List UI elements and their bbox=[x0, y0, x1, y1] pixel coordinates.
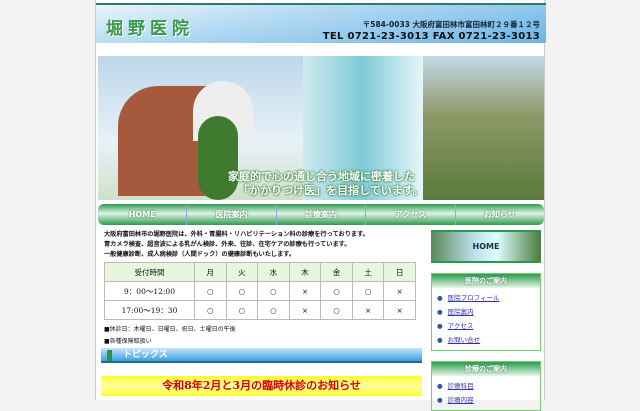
nav-news[interactable]: お知らせ bbox=[456, 204, 544, 225]
topics-title: トピックス bbox=[123, 350, 168, 360]
hours-table: 受付時間 月 火 水 木 金 土 日 9：00～12:00 ○ ○ ○ × ○ … bbox=[104, 262, 416, 320]
status-cell: × bbox=[288, 281, 322, 301]
time-cell: 9：00～12:00 bbox=[104, 281, 195, 301]
box-title: 診療のご案内 bbox=[432, 362, 540, 376]
table-header-row: 受付時間 月 火 水 木 金 土 日 bbox=[104, 262, 416, 282]
status-cell: × bbox=[383, 281, 416, 301]
nav-clinic[interactable]: 医院案内 bbox=[187, 204, 277, 225]
header: 堀野医院 〒584-0033 大阪府富田林市富田林町２９番１２号 TEL 072… bbox=[96, 3, 546, 43]
link-departments[interactable]: 診療科目 bbox=[437, 379, 535, 393]
status-cell: × bbox=[351, 300, 385, 320]
tree-image bbox=[198, 116, 238, 200]
garden-image bbox=[423, 56, 544, 200]
catchphrase-line2: 「かかりつけ医」を目指しています。 bbox=[238, 184, 424, 197]
clinic-info-box: 医院のご案内 医院プロフィール 医院案内 アクセス お問い合せ bbox=[431, 273, 541, 351]
status-cell: ○ bbox=[351, 281, 385, 301]
phone-fax: TEL 0721-23-3013 FAX 0721-23-3013 bbox=[322, 31, 540, 42]
time-cell: 17:00～19：30 bbox=[104, 300, 195, 320]
status-cell: × bbox=[383, 300, 416, 320]
notice-banner[interactable]: 令和8年2月と3月の臨時休診のお知らせ bbox=[101, 376, 422, 396]
column-header: 金 bbox=[320, 262, 353, 282]
status-cell: ○ bbox=[320, 281, 353, 301]
status-cell: ○ bbox=[194, 300, 227, 320]
sidebar-home-button[interactable]: HOME bbox=[431, 230, 541, 263]
link-services[interactable]: 診療内容 bbox=[437, 393, 535, 407]
status-cell: ○ bbox=[257, 281, 290, 301]
column-header: 日 bbox=[383, 262, 416, 282]
status-cell: ○ bbox=[257, 300, 290, 320]
address: 〒584-0033 大阪府富田林市富田林町２９番１２号 bbox=[362, 20, 540, 29]
link-clinic-info[interactable]: 医院案内 bbox=[437, 305, 535, 319]
closed-days-note: ■休診日：木曜日、日曜日、祝日、土曜日の午後 bbox=[104, 326, 236, 333]
column-header: 木 bbox=[288, 262, 322, 282]
nav-home[interactable]: HOME bbox=[98, 204, 188, 225]
sidebar: HOME 医院のご案内 医院プロフィール 医院案内 アクセス お問い合せ 診療の… bbox=[431, 230, 541, 411]
main-content: 大阪府富田林市の堀野医院は、外科・胃腸科・リハビリテーション科の診療を行っており… bbox=[104, 230, 422, 348]
column-header: 火 bbox=[225, 262, 259, 282]
page: 堀野医院 〒584-0033 大阪府富田林市富田林町２９番１２号 TEL 072… bbox=[95, 0, 546, 411]
link-access[interactable]: アクセス bbox=[437, 319, 535, 333]
logo[interactable]: 堀野医院 bbox=[106, 14, 194, 39]
status-cell: ○ bbox=[225, 300, 259, 320]
notes: ■休診日：木曜日、日曜日、祝日、土曜日の午後 ■各種保険取扱い bbox=[104, 324, 422, 348]
link-profile[interactable]: 医院プロフィール bbox=[437, 291, 535, 305]
link-contact[interactable]: お問い合せ bbox=[437, 333, 535, 347]
status-cell: ○ bbox=[320, 300, 353, 320]
table-row: 9：00～12:00 ○ ○ ○ × ○ ○ × bbox=[104, 281, 416, 301]
status-cell: ○ bbox=[225, 281, 259, 301]
column-header: 月 bbox=[194, 262, 227, 282]
intro-line: 一般健康診断、成人病検診（人間ドック）の健康診断もいたします。 bbox=[104, 251, 296, 258]
intro-text: 大阪府富田林市の堀野医院は、外科・胃腸科・リハビリテーション科の診療を行っており… bbox=[104, 230, 422, 260]
column-header: 土 bbox=[351, 262, 385, 282]
column-header: 受付時間 bbox=[104, 262, 195, 282]
nav-medical[interactable]: 診療案内 bbox=[277, 204, 367, 225]
status-cell: × bbox=[288, 300, 322, 320]
insurance-note: ■各種保険取扱い bbox=[104, 338, 152, 345]
table-row: 17:00～19：30 ○ ○ ○ × ○ × × bbox=[104, 300, 416, 320]
medical-info-box: 診療のご案内 診療科目 診療内容 bbox=[431, 361, 541, 411]
column-header: 水 bbox=[257, 262, 290, 282]
heading-marker-icon bbox=[107, 350, 112, 361]
topics-heading: トピックス bbox=[101, 348, 422, 363]
intro-line: 胃カメラ検査、超音波による乳がん検診、外来、往診、在宅ケアの診療も行っています。 bbox=[104, 241, 351, 248]
box-title: 医院のご案内 bbox=[432, 274, 540, 288]
nav-access[interactable]: アクセス bbox=[366, 204, 456, 225]
status-cell: ○ bbox=[194, 281, 227, 301]
hero-banner: 家庭的で心の通じ合う地域に密着した 「かかりつけ医」を目指しています。 bbox=[98, 56, 544, 200]
main-nav: HOME 医院案内 診療案内 アクセス お知らせ bbox=[98, 204, 544, 225]
intro-line: 大阪府富田林市の堀野医院は、外科・胃腸科・リハビリテーション科の診療を行っており… bbox=[104, 231, 369, 238]
